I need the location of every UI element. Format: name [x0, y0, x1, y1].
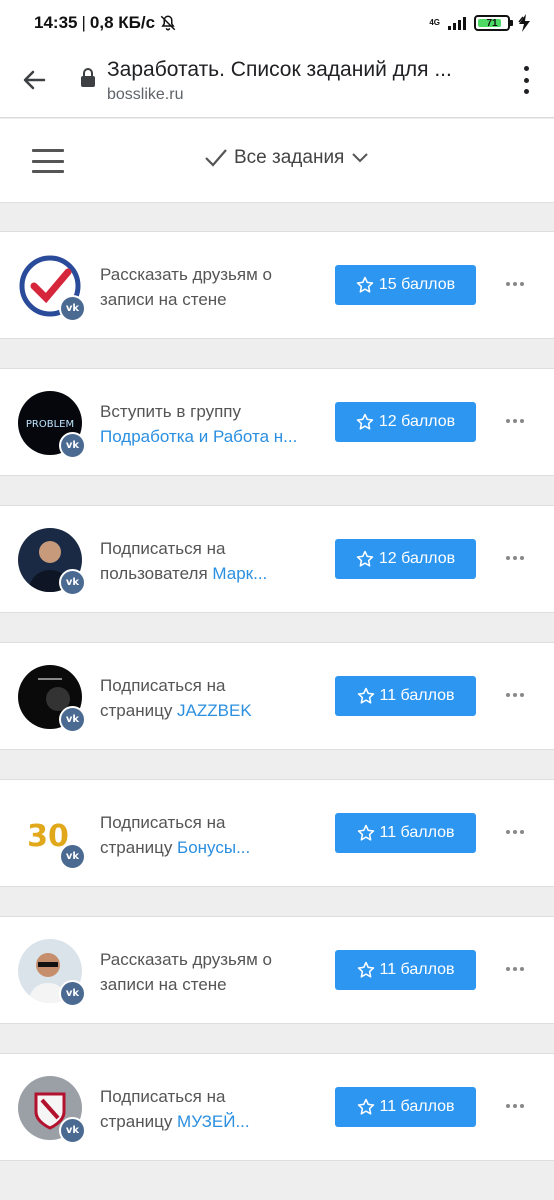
more-options-icon[interactable]	[506, 693, 524, 698]
task-filter-dropdown[interactable]: Все задания	[204, 147, 374, 169]
overflow-menu-icon[interactable]	[522, 66, 530, 94]
vk-icon: vk	[59, 1117, 86, 1144]
check-icon	[205, 149, 227, 167]
task-line-1: Подписаться на	[100, 539, 226, 558]
task-target-link[interactable]: Марк...	[212, 564, 267, 583]
task-line-2: страницу JAZZBEK	[100, 701, 252, 720]
task-line-1: Вступить в группу	[100, 402, 242, 421]
points-label: 11 баллов	[379, 824, 455, 841]
back-arrow-icon[interactable]	[18, 64, 50, 96]
task-card: 30 vk Подписаться на страницу Бонусы... …	[0, 779, 554, 887]
star-icon	[356, 413, 374, 430]
star-icon	[356, 276, 374, 293]
svg-text:PROBLEM: PROBLEM	[26, 419, 74, 430]
star-icon	[357, 824, 374, 841]
task-description: Рассказать друзьям о записи на стене	[100, 947, 320, 997]
address-bar: Заработать. Список заданий для ... bossl…	[0, 48, 554, 118]
star-icon	[357, 1098, 374, 1115]
points-label: 11 баллов	[379, 961, 455, 978]
star-icon	[356, 550, 374, 567]
task-avatar[interactable]: vk	[18, 665, 86, 733]
points-label: 15 баллов	[378, 276, 456, 293]
vk-icon: vk	[59, 706, 86, 733]
points-label: 11 баллов	[379, 1098, 455, 1115]
chevron-down-icon	[352, 153, 369, 163]
task-line-2: записи на стене	[100, 975, 227, 994]
task-description: Подписаться на страницу Бонусы...	[100, 810, 320, 860]
charging-icon	[518, 14, 530, 32]
task-line-1: Рассказать друзьям о	[100, 265, 272, 284]
points-button[interactable]: 11 баллов	[335, 950, 476, 990]
vk-icon: vk	[59, 432, 86, 459]
points-label: 12 баллов	[378, 413, 456, 430]
task-line-2: страницу Бонусы...	[100, 838, 251, 857]
task-line-2: страницу МУЗЕЙ...	[100, 1112, 250, 1131]
task-avatar[interactable]: vk	[18, 528, 86, 596]
task-description: Вступить в группу Подработка и Работа н.…	[100, 399, 320, 449]
task-line-2: пользователя Марк...	[100, 564, 268, 583]
vk-icon: vk	[59, 980, 86, 1007]
network-type: 4G	[429, 18, 440, 27]
battery-icon: 71	[474, 15, 513, 31]
more-options-icon[interactable]	[506, 1104, 524, 1109]
more-options-icon[interactable]	[506, 830, 524, 835]
clock: 14:35	[34, 13, 78, 32]
points-button[interactable]: 15 баллов	[335, 265, 476, 305]
star-icon	[357, 687, 374, 704]
hamburger-menu-icon[interactable]	[32, 149, 64, 173]
more-options-icon[interactable]	[506, 419, 524, 424]
task-description: Подписаться на страницу МУЗЕЙ...	[100, 1084, 320, 1134]
task-card: vk Подписаться на страницу МУЗЕЙ... 11 б…	[0, 1053, 554, 1161]
points-label: 12 баллов	[378, 550, 456, 567]
points-label: 11 баллов	[379, 687, 455, 704]
task-avatar[interactable]: vk	[18, 1076, 86, 1144]
task-card: vk Подписаться на страницу JAZZBEK 11 ба…	[0, 642, 554, 750]
page-host[interactable]: bosslike.ru	[107, 86, 183, 104]
task-line-2: Подработка и Работа н...	[100, 424, 320, 449]
points-button[interactable]: 11 баллов	[335, 813, 476, 853]
task-target-link[interactable]: МУЗЕЙ...	[177, 1112, 250, 1131]
task-avatar[interactable]: PROBLEM vk	[18, 391, 86, 459]
task-avatar[interactable]: vk	[18, 939, 86, 1007]
lock-icon	[81, 68, 95, 87]
task-card: vk Рассказать друзьям о записи на стене …	[0, 916, 554, 1024]
points-button[interactable]: 12 баллов	[335, 402, 476, 442]
star-icon	[357, 961, 374, 978]
points-button[interactable]: 11 баллов	[335, 1087, 476, 1127]
site-header: Все задания	[0, 119, 554, 203]
points-button[interactable]: 12 баллов	[335, 539, 476, 579]
task-line-2: записи на стене	[100, 290, 227, 309]
task-description: Рассказать друзьям о записи на стене	[100, 262, 320, 312]
task-card: vk Рассказать друзьям о записи на стене …	[0, 231, 554, 339]
task-line-1: Подписаться на	[100, 676, 226, 695]
task-target-link[interactable]: Бонусы...	[177, 838, 250, 857]
task-line-1: Подписаться на	[100, 813, 226, 832]
task-line-1: Рассказать друзьям о	[100, 950, 272, 969]
more-options-icon[interactable]	[506, 282, 524, 287]
task-description: Подписаться на страницу JAZZBEK	[100, 673, 320, 723]
task-target-link[interactable]: JAZZBEK	[177, 701, 252, 720]
vk-icon: vk	[59, 569, 86, 596]
page-title[interactable]: Заработать. Список заданий для ...	[107, 58, 452, 82]
task-description: Подписаться на пользователя Марк...	[100, 536, 320, 586]
battery-percent: 71	[486, 17, 498, 29]
task-card: vk Подписаться на пользователя Марк... 1…	[0, 505, 554, 613]
task-card: PROBLEM vk Вступить в группу Подработка …	[0, 368, 554, 476]
more-options-icon[interactable]	[506, 967, 524, 972]
task-target-link[interactable]: Подработка и Работа н...	[100, 427, 297, 446]
task-line-1: Подписаться на	[100, 1087, 226, 1106]
status-left: 14:35 | 0,8 КБ/с	[34, 13, 177, 33]
task-avatar[interactable]: 30 vk	[18, 802, 86, 870]
signal-icon	[448, 16, 466, 30]
bell-off-icon	[160, 15, 176, 31]
vk-icon: vk	[59, 295, 86, 322]
task-avatar[interactable]: vk	[18, 254, 86, 322]
network-speed: 0,8 КБ/с	[89, 13, 156, 32]
status-bar: 14:35 | 0,8 КБ/с 4G 71	[0, 0, 554, 48]
status-right: 4G 71	[429, 14, 532, 32]
more-options-icon[interactable]	[506, 556, 524, 561]
vk-icon: vk	[59, 843, 86, 870]
points-button[interactable]: 11 баллов	[335, 676, 476, 716]
filter-label: Все задания	[234, 147, 345, 168]
